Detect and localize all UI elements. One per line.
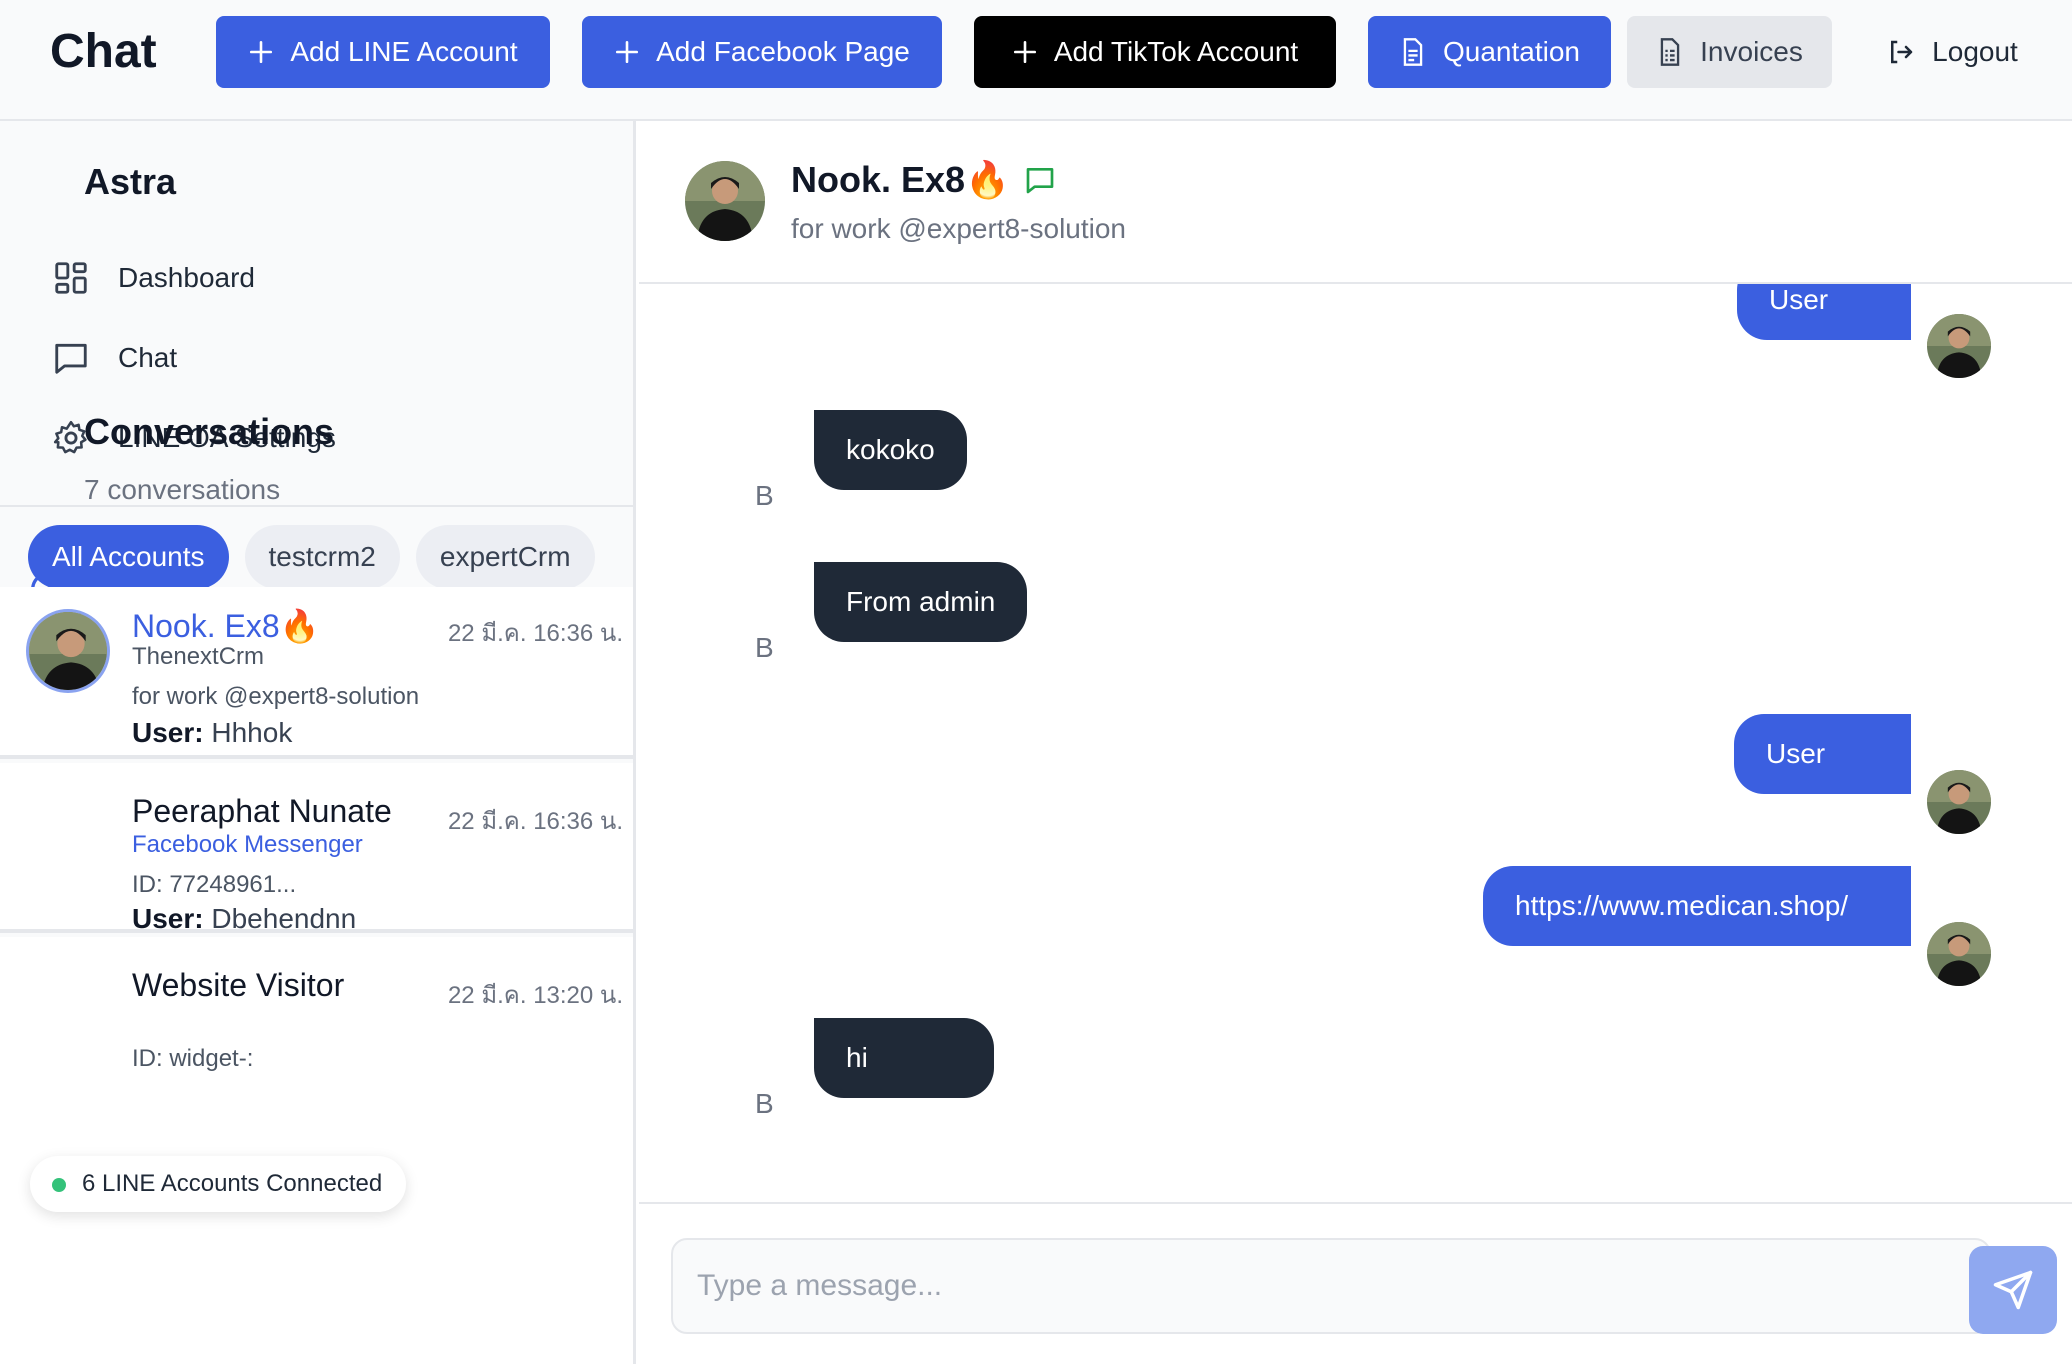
conversation-time: 22 มี.ค. 13:20 น.: [447, 982, 623, 1009]
conversation-time: 22 มี.ค. 16:36 น.: [447, 808, 623, 835]
last-message-text: Hhhok: [211, 717, 293, 748]
brand-name: Astra: [84, 161, 177, 202]
admin-message-bubble: kokoko: [814, 410, 967, 490]
plus-icon: [616, 40, 639, 64]
sender-initial: B: [755, 632, 774, 663]
avatar: [1927, 922, 1991, 986]
sidebar-item-label: Chat: [118, 342, 178, 373]
user-message-bubble[interactable]: https://www.medican.shop/: [1483, 866, 1911, 946]
avatar: [1927, 314, 1991, 378]
admin-message-bubble: hi: [814, 1018, 994, 1098]
conversation-account: ThenextCrm: [132, 643, 265, 670]
invoices-button[interactable]: Invoices: [1627, 16, 1832, 88]
filter-chip-all-accounts[interactable]: All Accounts: [28, 525, 229, 589]
quotation-label: Quantation: [1443, 36, 1580, 67]
user-message-bubble: User: [1734, 714, 1911, 794]
conversations-count: 7 conversations: [84, 474, 281, 505]
conversation-subtitle: for work @expert8-solution: [132, 683, 420, 710]
last-message-sender: User:: [132, 717, 204, 748]
plus-icon: [1013, 40, 1036, 64]
message-input[interactable]: [671, 1238, 1991, 1334]
conversation-name: Nook. Ex8🔥: [132, 608, 320, 644]
line-chat-icon: [1026, 168, 1054, 194]
last-message-sender: User:: [132, 903, 204, 934]
filter-chip-testcrm2[interactable]: testcrm2: [244, 525, 400, 589]
filter-chip-expertcrm[interactable]: expertCrm: [415, 525, 595, 589]
document-icon: [1403, 38, 1423, 66]
chat-icon: [55, 343, 87, 374]
plus-icon: [250, 40, 273, 64]
add-tiktok-account-button[interactable]: Add TikTok Account: [974, 16, 1336, 88]
avatar: [685, 161, 765, 241]
conversation-time: 22 มี.ค. 16:36 น.: [447, 620, 623, 647]
sidebar: Astra Dashboard Chat LINE OA Settings Co…: [0, 121, 636, 1364]
connection-status-text: 6 LINE Accounts Connected: [82, 1170, 383, 1197]
avatar: [1927, 770, 1991, 834]
last-message-text: Dbehendnn: [211, 903, 357, 934]
page-title: Chat: [50, 25, 157, 78]
message-list: User kokoko B From admin B User https://…: [639, 284, 2072, 1202]
admin-message-bubble: From admin: [814, 562, 1028, 642]
contact-subtitle: for work @expert8-solution: [791, 213, 1127, 244]
status-dot: [52, 1178, 66, 1192]
sidebar-item-label: Dashboard: [118, 262, 255, 293]
conversation-last-message: User: Dbehendnn: [132, 903, 356, 935]
conversation-item[interactable]: Website Visitor 22 มี.ค. 13:20 น. ID: wi…: [0, 937, 633, 1364]
logout-label: Logout: [1932, 36, 2018, 67]
add-tiktok-account-label: Add TikTok Account: [1053, 36, 1299, 67]
sidebar-item-chat[interactable]: Chat: [52, 333, 177, 383]
user-message-bubble: User: [1737, 284, 1911, 340]
add-line-account-label: Add LINE Account: [290, 36, 518, 67]
message-composer: [639, 1202, 2072, 1364]
invoices-label: Invoices: [1700, 36, 1803, 67]
invoice-icon: [1660, 38, 1680, 66]
contact-name-text: Nook. Ex8🔥: [791, 159, 1010, 200]
conversation-subtitle: ID: 77248961...: [132, 871, 297, 898]
account-filter-chips: All Accounts testcrm2 expertCrm: [28, 525, 603, 591]
conversation-item[interactable]: Nook. Ex8🔥 22 มี.ค. 16:36 น. ThenextCrm …: [0, 587, 633, 759]
conversation-name: Peeraphat Nunate: [132, 793, 392, 829]
quotation-button[interactable]: Quantation: [1368, 16, 1611, 88]
contact-name: Nook. Ex8🔥: [791, 159, 1056, 201]
add-facebook-page-button[interactable]: Add Facebook Page: [582, 16, 942, 88]
conversations-title: Conversations: [84, 411, 335, 452]
logout-button[interactable]: Logout: [1862, 16, 2042, 88]
conversation-name: Website Visitor: [132, 967, 345, 1003]
add-line-account-button[interactable]: Add LINE Account: [216, 16, 550, 88]
sidebar-item-dashboard[interactable]: Dashboard: [52, 253, 255, 303]
add-facebook-page-label: Add Facebook Page: [656, 36, 910, 67]
top-bar: Chat Add LINE Account Add Facebook Page …: [0, 0, 2072, 121]
sender-initial: B: [755, 1088, 774, 1119]
chat-header: Nook. Ex8🔥 for work @expert8-solution: [639, 121, 2072, 284]
conversation-item[interactable]: Peeraphat Nunate 22 มี.ค. 16:36 น. Faceb…: [0, 763, 633, 935]
logout-icon: [1891, 40, 1913, 64]
connection-status-badge: 6 LINE Accounts Connected: [30, 1156, 407, 1212]
send-icon: [1993, 1270, 2033, 1310]
conversation-last-message: User: Hhhok: [132, 717, 292, 749]
conversation-account: Facebook Messenger: [132, 831, 363, 858]
sender-initial: B: [755, 480, 774, 511]
avatar: [26, 609, 110, 693]
conversation-subtitle: ID: widget-:: [132, 1045, 254, 1072]
dashboard-icon: [55, 262, 87, 294]
send-button[interactable]: [1969, 1246, 2057, 1334]
